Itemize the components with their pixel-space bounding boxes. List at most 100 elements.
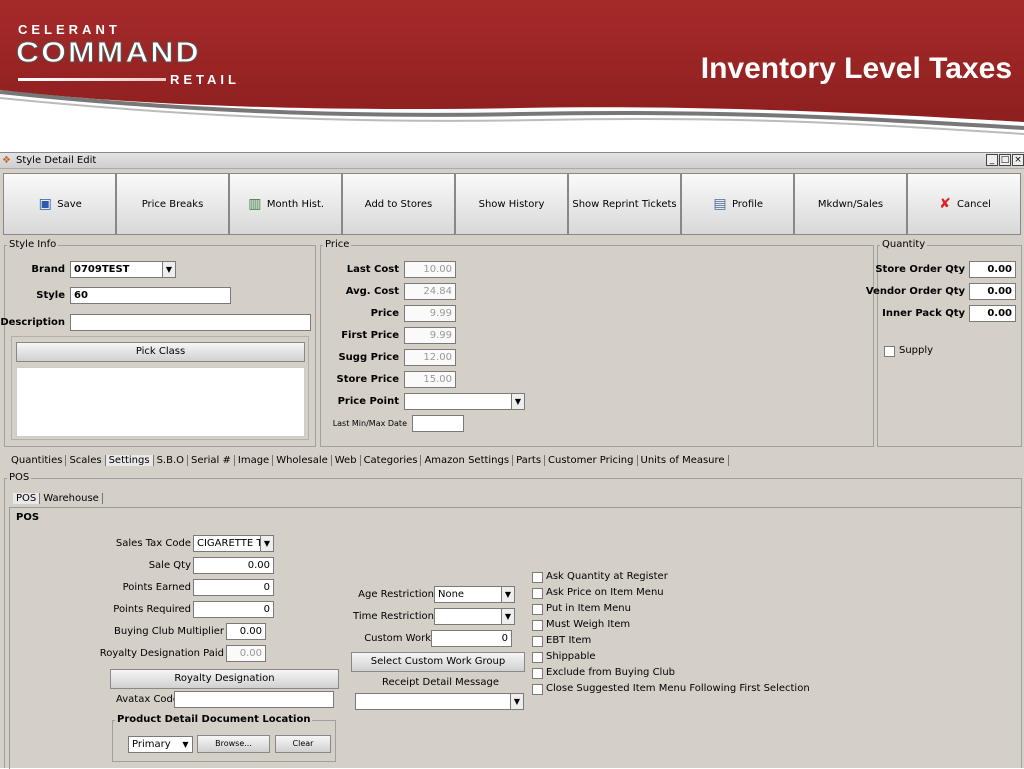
must-weigh-item-checkbox[interactable]: [532, 620, 543, 631]
royalty-designation-button[interactable]: Royalty Designation: [110, 669, 339, 689]
sales-tax-code-select[interactable]: CIGARETTE T/ ▼: [193, 535, 274, 552]
maximize-button[interactable]: □: [999, 154, 1011, 166]
class-box: Pick Class: [11, 336, 309, 440]
ask-price-label: Ask Price on Item Menu: [546, 587, 664, 598]
ebt-item-label: EBT Item: [546, 635, 592, 646]
age-restriction-select[interactable]: None ▼: [434, 586, 515, 603]
ebt-item-checkbox[interactable]: [532, 636, 543, 647]
select-custom-work-group-button[interactable]: Select Custom Work Group: [351, 652, 525, 672]
mkdwn-label: Mkdwn/Sales: [817, 198, 884, 210]
add-to-stores-button[interactable]: Add to Stores: [342, 173, 455, 235]
tab-quantities[interactable]: Quantities: [8, 455, 67, 466]
points-earned-input[interactable]: 0: [193, 579, 274, 596]
close-suggested-menu-label: Close Suggested Item Menu Following Firs…: [546, 683, 810, 694]
avatax-code-input[interactable]: [174, 691, 334, 708]
custom-work-input[interactable]: 0: [431, 630, 512, 647]
pdd-group: Product Detail Document Location Primary…: [112, 714, 336, 762]
receipt-detail-message-select[interactable]: ▼: [355, 693, 524, 710]
sale-qty-input[interactable]: 0.00: [193, 557, 274, 574]
price-breaks-button[interactable]: Price Breaks: [116, 173, 229, 235]
pos-panel: POS POS Warehouse POS Sales Tax Code CIGA…: [4, 472, 1022, 769]
clear-button[interactable]: Clear: [275, 735, 331, 753]
must-weigh-item-label: Must Weigh Item: [546, 619, 631, 630]
price-point-select[interactable]: ▼: [404, 393, 525, 410]
first-price-input[interactable]: 9.99: [404, 327, 456, 344]
toolbar: ▣ Save Price Breaks ▥ Month Hist. Add to…: [3, 173, 1023, 237]
chevron-down-icon: ▼: [260, 536, 273, 551]
style-info-legend: Style Info: [7, 239, 59, 250]
tab-amazon-settings[interactable]: Amazon Settings: [421, 455, 514, 466]
last-cost-label: Last Cost: [346, 264, 399, 275]
quantity-panel: Quantity Store Order Qty 0.00 Vendor Ord…: [866, 239, 1022, 447]
first-price-label: First Price: [341, 330, 399, 341]
last-minmax-input[interactable]: [412, 415, 464, 432]
show-reprint-tickets-button[interactable]: Show Reprint Tickets: [568, 173, 681, 235]
time-restriction-label: Time Restriction: [353, 611, 434, 622]
mkdwn-sales-button[interactable]: Mkdwn/Sales: [794, 173, 907, 235]
tab-web[interactable]: Web: [332, 455, 361, 466]
price-legend: Price: [323, 239, 352, 250]
store-order-qty-input[interactable]: 0.00: [969, 261, 1016, 278]
close-suggested-menu-checkbox[interactable]: [532, 684, 543, 695]
show-history-label: Show History: [478, 198, 545, 210]
tab-units-of-measure[interactable]: Units of Measure: [638, 455, 729, 466]
price-input[interactable]: 9.99: [404, 305, 456, 322]
inner-pack-qty-input[interactable]: 0.00: [969, 305, 1016, 322]
class-list[interactable]: [16, 367, 305, 437]
tab-pos[interactable]: POS: [13, 493, 41, 504]
browse-button[interactable]: Browse...: [197, 735, 270, 753]
description-input[interactable]: [70, 314, 311, 331]
price-point-label: Price Point: [337, 396, 399, 407]
save-label: Save: [57, 198, 82, 210]
pdd-location-select[interactable]: Primary ▼: [128, 736, 193, 753]
brand-select[interactable]: 0709TEST ▼: [70, 261, 176, 278]
pick-class-button[interactable]: Pick Class: [16, 342, 305, 362]
show-history-button[interactable]: Show History: [455, 173, 568, 235]
shippable-label: Shippable: [546, 651, 596, 662]
tab-customer-pricing[interactable]: Customer Pricing: [545, 455, 638, 466]
save-button[interactable]: ▣ Save: [3, 173, 116, 235]
tab-serial[interactable]: Serial #: [188, 455, 235, 466]
age-restriction-value: None: [438, 589, 465, 600]
store-price-input[interactable]: 15.00: [404, 371, 456, 388]
custom-work-label: Custom Work: [364, 633, 431, 644]
buying-club-multiplier-input[interactable]: 0.00: [226, 623, 266, 640]
tab-parts[interactable]: Parts: [513, 455, 546, 466]
tab-wholesale[interactable]: Wholesale: [273, 455, 332, 466]
time-restriction-select[interactable]: ▼: [434, 608, 515, 625]
sugg-price-input[interactable]: 12.00: [404, 349, 456, 366]
supply-checkbox[interactable]: [884, 346, 895, 357]
minimize-button[interactable]: _: [986, 154, 998, 166]
put-in-item-menu-checkbox[interactable]: [532, 604, 543, 615]
pos-legend: POS: [7, 472, 32, 483]
receipt-detail-message-label: Receipt Detail Message: [382, 677, 499, 688]
shippable-checkbox[interactable]: [532, 652, 543, 663]
chevron-down-icon: ▼: [501, 609, 514, 624]
avg-cost-label: Avg. Cost: [345, 286, 399, 297]
style-input[interactable]: 60: [70, 287, 231, 304]
style-detail-window: ❖ Style Detail Edit _ □ × ▣ Save Price B…: [0, 152, 1024, 769]
exclude-buying-club-checkbox[interactable]: [532, 668, 543, 679]
points-required-input[interactable]: 0: [193, 601, 274, 618]
royalty-paid-input[interactable]: 0.00: [226, 645, 266, 662]
month-hist-button[interactable]: ▥ Month Hist.: [229, 173, 342, 235]
tab-settings[interactable]: Settings: [105, 455, 154, 466]
close-window-button[interactable]: ×: [1012, 154, 1024, 166]
logo-top-text: CELERANT: [18, 22, 121, 37]
tab-scales[interactable]: Scales: [66, 455, 106, 466]
ask-price-checkbox[interactable]: [532, 588, 543, 599]
vendor-order-qty-input[interactable]: 0.00: [969, 283, 1016, 300]
last-cost-input[interactable]: 10.00: [404, 261, 456, 278]
description-label: Description: [0, 317, 65, 328]
avg-cost-input[interactable]: 24.84: [404, 283, 456, 300]
tab-warehouse[interactable]: Warehouse: [40, 493, 103, 504]
style-label: Style: [36, 290, 65, 301]
tab-image[interactable]: Image: [235, 455, 274, 466]
tab-sbo[interactable]: S.B.O: [154, 455, 189, 466]
tab-categories[interactable]: Categories: [361, 455, 422, 466]
main-tab-bar: Quantities Scales Settings S.B.O Serial # Ima…: [8, 455, 729, 466]
exclude-buying-club-label: Exclude from Buying Club: [546, 667, 676, 678]
profile-button[interactable]: ▤ Profile: [681, 173, 794, 235]
cancel-button[interactable]: ✘ Cancel: [907, 173, 1021, 235]
ask-quantity-checkbox[interactable]: [532, 572, 543, 583]
